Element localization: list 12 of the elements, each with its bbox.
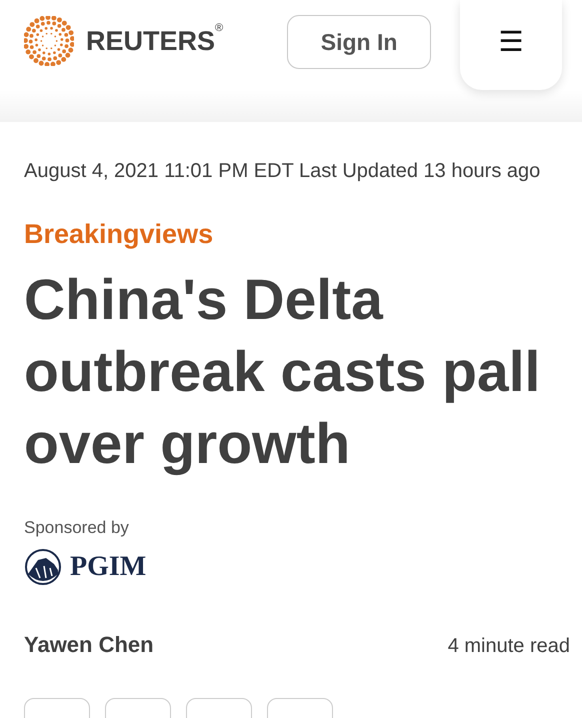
dateline: August 4, 2021 11:01 PM EDT Last Updated 13 hours ago — [24, 160, 542, 183]
menu-button[interactable]: ☰ — [460, 0, 562, 90]
author-link[interactable]: Yawen Chen — [24, 632, 154, 658]
sign-in-button[interactable]: Sign In — [287, 15, 432, 69]
sponsor-label: Sponsored by — [24, 518, 130, 538]
read-time: 4 minute read — [448, 635, 570, 658]
logo-dots-icon — [24, 16, 74, 66]
mountain-emblem-icon — [24, 548, 62, 586]
sponsor-name: PGIM — [70, 551, 146, 583]
headline: China's Delta outbreak casts pall over growth — [24, 267, 542, 478]
logo-wordmark: REUTERS — [86, 26, 216, 56]
registered-mark: ® — [215, 22, 224, 34]
